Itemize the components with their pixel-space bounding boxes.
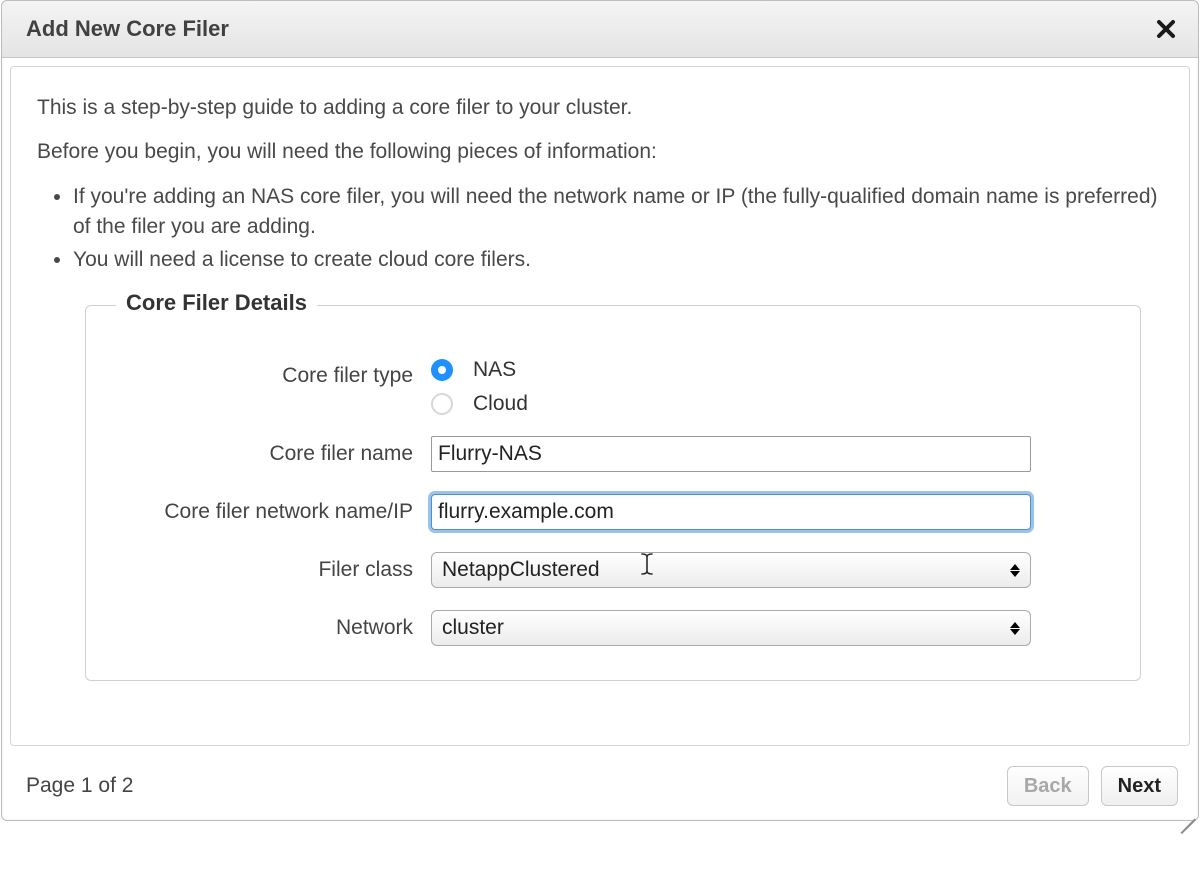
close-icon (1156, 19, 1176, 39)
row-core-filer-type: Core filer type NAS Cloud (126, 358, 1100, 426)
filer-class-value: NetappClustered (442, 558, 600, 582)
intro-line-1: This is a step-by-step guide to adding a… (37, 93, 1163, 123)
radio-cloud[interactable] (431, 393, 453, 415)
row-core-filer-name: Core filer name (126, 436, 1100, 472)
intro-text: This is a step-by-step guide to adding a… (37, 93, 1163, 275)
radio-nas-label: NAS (473, 358, 516, 382)
back-button: Back (1007, 766, 1089, 806)
add-core-filer-dialog: Add New Core Filer This is a step-by-ste… (1, 0, 1199, 821)
filer-class-select[interactable]: NetappClustered (431, 552, 1031, 588)
row-core-filer-network: Core filer network name/IP (126, 494, 1100, 530)
network-select-value: cluster (442, 616, 504, 640)
radio-nas[interactable] (431, 359, 453, 381)
intro-bullet-2: You will need a license to create cloud … (73, 245, 1163, 275)
resize-grip[interactable] (1176, 800, 1196, 820)
dialog-content: This is a step-by-step guide to adding a… (10, 66, 1190, 746)
label-core-filer-name: Core filer name (126, 436, 431, 468)
label-core-filer-type: Core filer type (126, 358, 431, 390)
page-indicator: Page 1 of 2 (26, 774, 133, 798)
intro-bullet-1: If you're adding an NAS core filer, you … (73, 182, 1163, 243)
radio-option-nas[interactable]: NAS (431, 358, 1031, 382)
radio-option-cloud[interactable]: Cloud (431, 392, 1031, 416)
row-network: Network cluster (126, 610, 1100, 646)
close-button[interactable] (1152, 15, 1180, 43)
label-core-filer-network: Core filer network name/IP (126, 494, 431, 526)
row-filer-class: Filer class NetappClustered (126, 552, 1100, 588)
core-filer-name-input[interactable] (431, 436, 1031, 472)
intro-list: If you're adding an NAS core filer, you … (37, 182, 1163, 275)
footer-buttons: Back Next (1007, 766, 1178, 806)
fieldset-legend: Core Filer Details (116, 290, 317, 316)
select-caret-icon (1010, 564, 1020, 577)
dialog-title: Add New Core Filer (26, 16, 229, 42)
next-button[interactable]: Next (1101, 766, 1178, 806)
label-network: Network (126, 610, 431, 642)
core-filer-network-input[interactable] (431, 494, 1031, 530)
select-caret-icon (1010, 622, 1020, 635)
dialog-body: This is a step-by-step guide to adding a… (2, 58, 1198, 754)
dialog-footer: Page 1 of 2 Back Next (2, 754, 1198, 820)
intro-line-2: Before you begin, you will need the foll… (37, 137, 1163, 167)
label-filer-class: Filer class (126, 552, 431, 584)
control-core-filer-type: NAS Cloud (431, 358, 1031, 426)
dialog-titlebar: Add New Core Filer (2, 1, 1198, 58)
core-filer-details-fieldset: Core Filer Details Core filer type NAS C… (85, 305, 1141, 681)
network-select[interactable]: cluster (431, 610, 1031, 646)
radio-cloud-label: Cloud (473, 392, 528, 416)
